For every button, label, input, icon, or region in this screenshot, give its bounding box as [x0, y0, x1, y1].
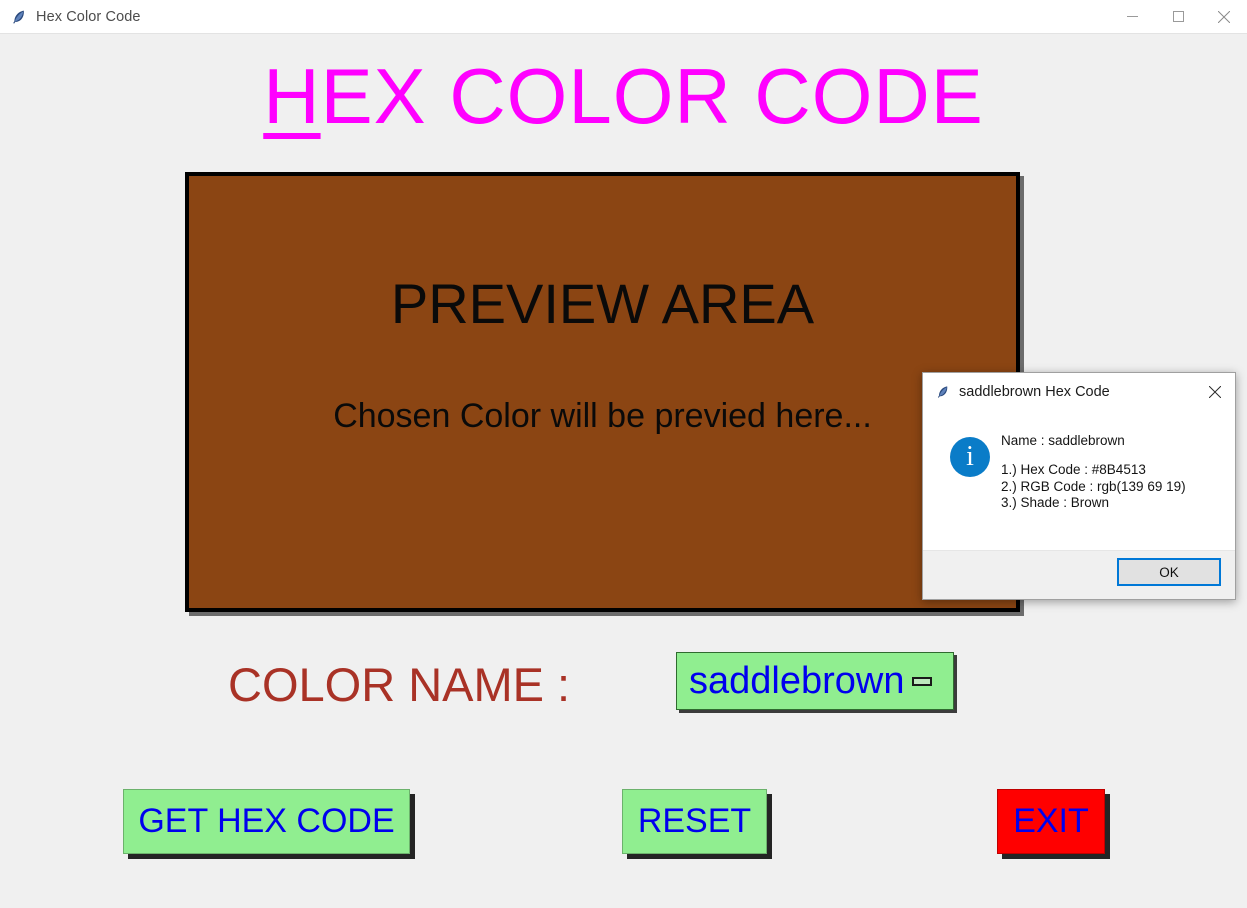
window-title: Hex Color Code: [36, 8, 141, 25]
preview-area-title: PREVIEW AREA: [390, 272, 815, 335]
reset-button[interactable]: RESET: [622, 789, 767, 854]
color-preview-area: PREVIEW AREA Chosen Color will be previe…: [185, 172, 1020, 612]
exit-button-label: EXIT: [1013, 802, 1089, 840]
page-title-underlined-letter: H: [263, 52, 321, 140]
dialog-ok-button[interactable]: OK: [1117, 558, 1221, 586]
color-name-dropdown[interactable]: saddlebrown: [676, 652, 954, 710]
get-hex-code-button[interactable]: GET HEX CODE: [123, 789, 410, 854]
preview-area-subtitle: Chosen Color will be previed here...: [333, 397, 872, 435]
page-title: HEX COLOR CODE: [0, 48, 1247, 144]
dialog-footer: OK: [923, 550, 1235, 599]
reset-button-label: RESET: [637, 802, 752, 840]
dialog-ok-button-label: OK: [1159, 564, 1179, 580]
dialog-text-block: Name : saddlebrown 1.) Hex Code : #8B451…: [1001, 411, 1229, 512]
hex-code-dialog: saddlebrown Hex Code i Name : saddlebrow…: [922, 372, 1236, 600]
info-icon: i: [950, 437, 990, 477]
dialog-detail-rgb: 2.) RGB Code : rgb(139 69 19): [1001, 478, 1186, 494]
dialog-titlebar: saddlebrown Hex Code: [923, 373, 1235, 411]
get-hex-code-button-label: GET HEX CODE: [138, 802, 395, 840]
feather-icon: [10, 8, 28, 26]
color-name-row: COLOR NAME : saddlebrown: [0, 650, 1247, 720]
dialog-detail-hex: 1.) Hex Code : #8B4513: [1001, 462, 1146, 477]
minimize-icon[interactable]: [1109, 1, 1155, 33]
exit-button[interactable]: EXIT: [997, 789, 1105, 854]
feather-icon: [935, 384, 951, 400]
dialog-title: saddlebrown Hex Code: [959, 384, 1110, 400]
page-title-rest: EX COLOR CODE: [320, 52, 984, 140]
window-titlebar: Hex Color Code: [0, 0, 1247, 34]
color-name-dropdown-value: saddlebrown: [689, 660, 905, 702]
maximize-icon[interactable]: [1155, 1, 1201, 33]
color-name-label: COLOR NAME :: [228, 658, 571, 711]
dialog-body: i Name : saddlebrown 1.) Hex Code : #8B4…: [923, 411, 1235, 551]
close-icon[interactable]: [1201, 1, 1247, 33]
dialog-detail-shade: 3.) Shade : Brown: [1001, 495, 1110, 510]
dialog-detail-list: 1.) Hex Code : #8B4513 2.) RGB Code : rg…: [1001, 462, 1229, 512]
dialog-close-icon[interactable]: [1195, 374, 1235, 410]
dropdown-dash-indicator-icon: [912, 676, 933, 686]
dialog-name-line: Name : saddlebrown: [1001, 433, 1125, 448]
